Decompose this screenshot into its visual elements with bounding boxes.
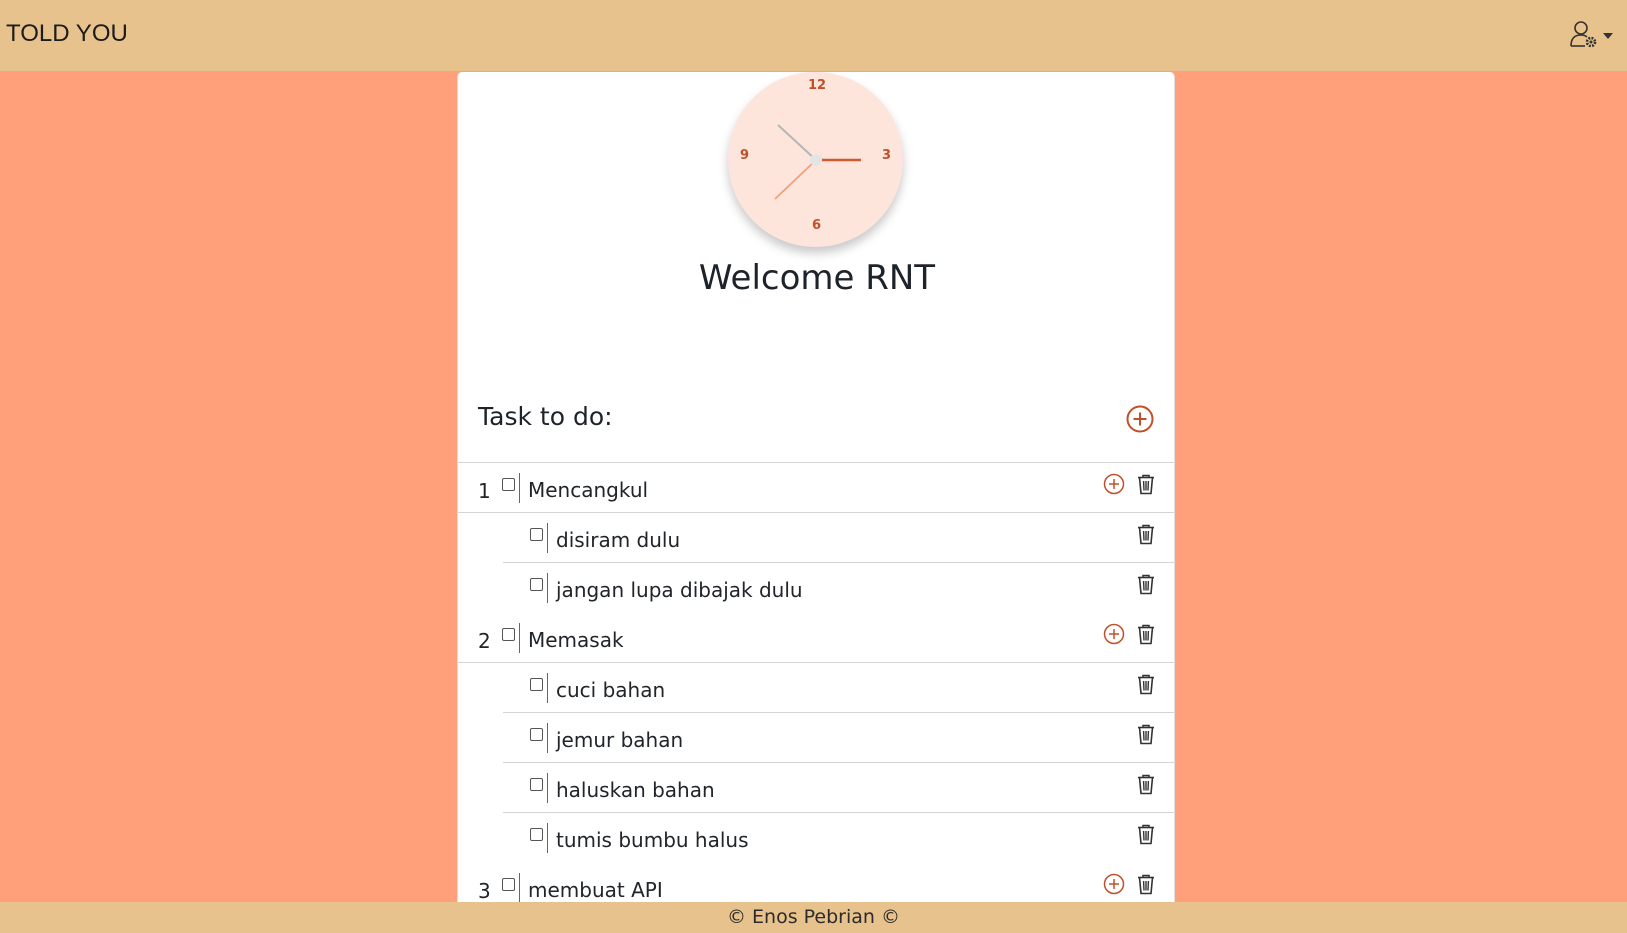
- plus-circle-icon: [1103, 873, 1125, 895]
- task-checkbox[interactable]: [530, 728, 543, 741]
- trash-icon: [1138, 824, 1154, 845]
- clock-center: [810, 154, 822, 166]
- trash-icon: [1138, 674, 1154, 695]
- task-label: Memasak: [528, 628, 624, 652]
- subtask-label: jangan lupa dibajak dulu: [556, 578, 803, 602]
- subtask-row: jemur bahan: [503, 713, 1174, 763]
- delete-button[interactable]: [1136, 573, 1158, 597]
- task-checkbox[interactable]: [530, 678, 543, 691]
- add-subtask-button[interactable]: [1103, 473, 1125, 497]
- task-number: 2: [478, 629, 491, 653]
- delete-button[interactable]: [1136, 623, 1158, 647]
- subtask-label: disiram dulu: [556, 528, 681, 552]
- subtask-label: tumis bumbu halus: [556, 828, 749, 852]
- task-row: 3 membuat API: [458, 863, 1174, 902]
- task-checkbox[interactable]: [502, 878, 515, 891]
- tasks-heading: Task to do:: [478, 402, 613, 431]
- divider: [519, 473, 520, 503]
- task-number: 1: [478, 479, 491, 503]
- task-checkbox[interactable]: [502, 478, 515, 491]
- divider: [547, 673, 548, 703]
- add-task-button[interactable]: [1126, 405, 1154, 433]
- clock-hands: [774, 124, 861, 200]
- task-checkbox[interactable]: [530, 778, 543, 791]
- delete-button[interactable]: [1136, 523, 1158, 547]
- delete-button[interactable]: [1136, 773, 1158, 797]
- divider: [547, 573, 548, 603]
- plus-circle-icon: [1103, 623, 1125, 645]
- subtask-row: jangan lupa dibajak dulu: [503, 563, 1174, 613]
- subtask-label: haluskan bahan: [556, 778, 715, 802]
- trash-icon: [1138, 774, 1154, 795]
- chevron-down-icon: [1603, 33, 1613, 39]
- trash-icon: [1138, 524, 1154, 545]
- top-navbar: TOLD YOU: [0, 0, 1627, 71]
- footer: © Enos Pebrian ©: [0, 902, 1627, 933]
- task-checkbox[interactable]: [530, 828, 543, 841]
- trash-icon: [1138, 624, 1154, 645]
- task-checkbox[interactable]: [530, 528, 543, 541]
- plus-circle-icon: [1126, 405, 1154, 433]
- task-row: 1 Mencangkul: [458, 463, 1174, 513]
- divider: [519, 873, 520, 902]
- analog-clock: 12 3 6 9: [728, 72, 903, 247]
- add-subtask-button[interactable]: [1103, 623, 1125, 647]
- divider: [547, 523, 548, 553]
- divider: [547, 773, 548, 803]
- task-row: 2 Memasak: [458, 613, 1174, 663]
- task-checkbox[interactable]: [502, 628, 515, 641]
- trash-icon: [1138, 724, 1154, 745]
- brand-title[interactable]: TOLD YOU: [6, 20, 128, 48]
- plus-circle-icon: [1103, 473, 1125, 495]
- subtask-row: cuci bahan: [503, 663, 1174, 713]
- divider: [519, 623, 520, 653]
- trash-icon: [1138, 574, 1154, 595]
- delete-button[interactable]: [1136, 673, 1158, 697]
- task-number: 3: [478, 879, 491, 902]
- subtask-label: cuci bahan: [556, 678, 666, 702]
- second-hand: [774, 159, 817, 200]
- user-gear-icon: [1569, 19, 1599, 53]
- user-menu-button[interactable]: [1565, 20, 1613, 52]
- delete-button[interactable]: [1136, 723, 1158, 747]
- subtask-row: haluskan bahan: [503, 763, 1174, 813]
- subtask-row: disiram dulu: [503, 513, 1174, 563]
- divider: [547, 723, 548, 753]
- subtask-row: tumis bumbu halus: [503, 813, 1174, 863]
- trash-icon: [1138, 874, 1154, 895]
- task-label: Mencangkul: [528, 478, 649, 502]
- trash-icon: [1138, 474, 1154, 495]
- welcome-heading: Welcome RNT: [698, 258, 936, 298]
- main-card: 12 3 6 9 Welcome RNT Task to do: 1 Mencan…: [457, 72, 1175, 902]
- divider: [547, 823, 548, 853]
- delete-button[interactable]: [1136, 823, 1158, 847]
- delete-button[interactable]: [1136, 873, 1158, 897]
- add-subtask-button[interactable]: [1103, 873, 1125, 897]
- task-label: membuat API: [528, 878, 663, 902]
- hour-hand: [777, 124, 817, 161]
- subtask-label: jemur bahan: [556, 728, 684, 752]
- delete-button[interactable]: [1136, 473, 1158, 497]
- task-checkbox[interactable]: [530, 578, 543, 591]
